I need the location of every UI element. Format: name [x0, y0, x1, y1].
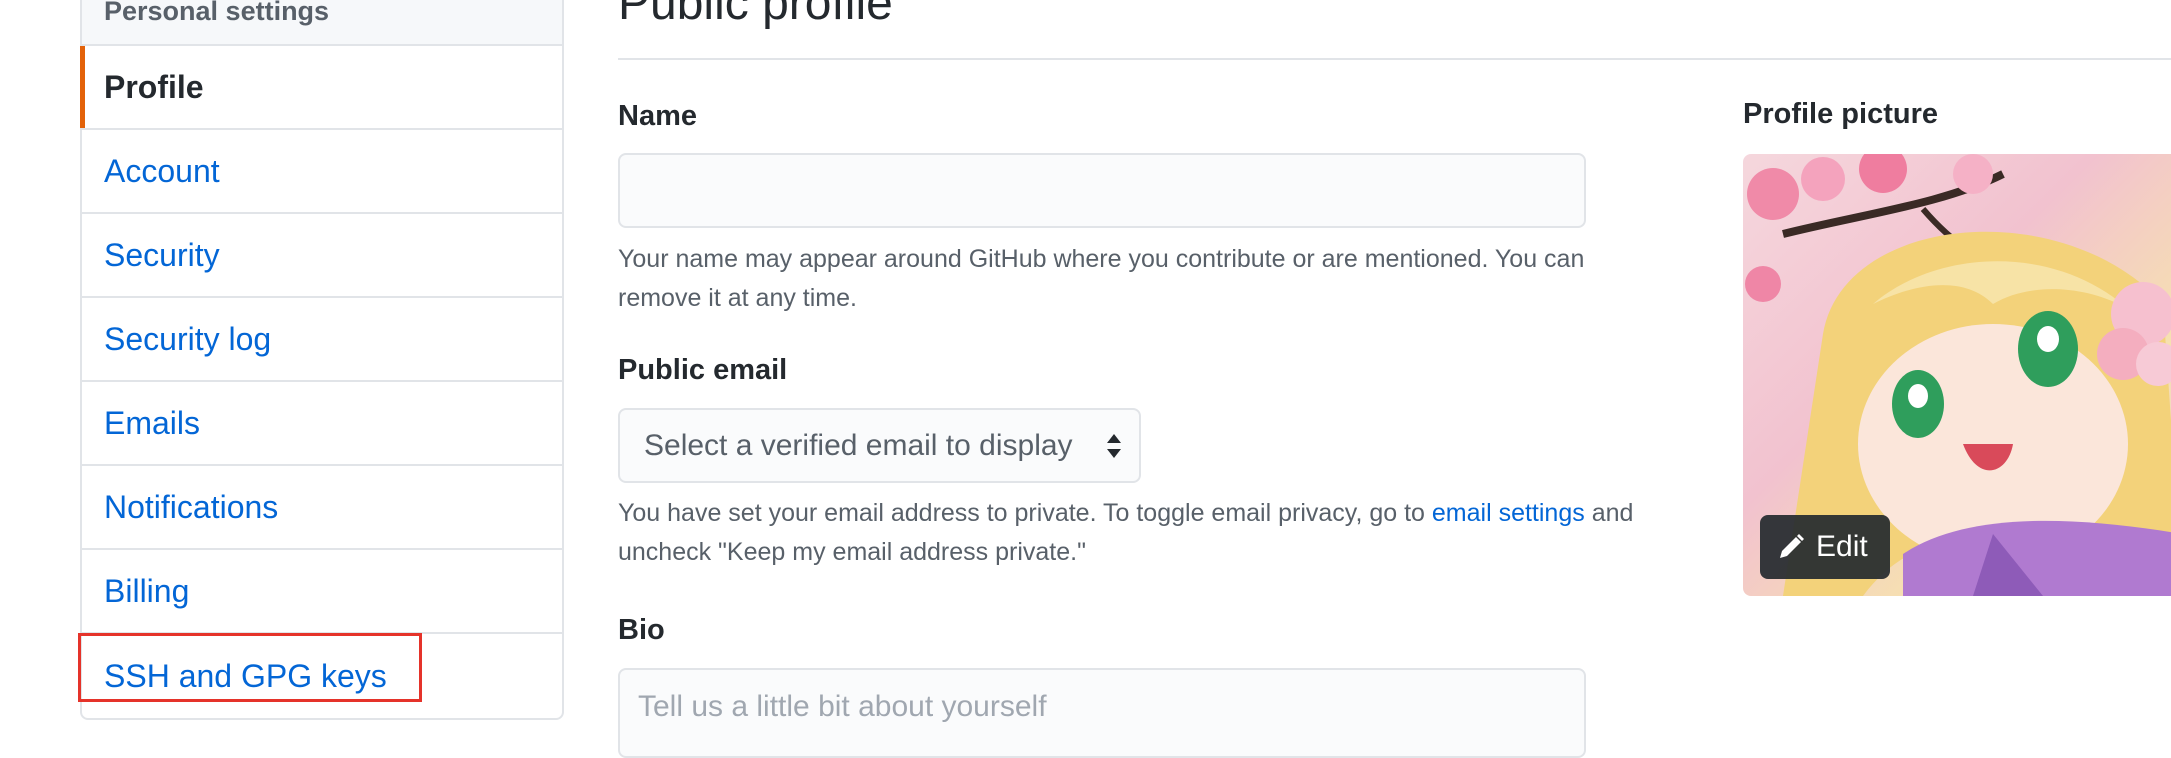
public-email-note: You have set your email address to priva…	[618, 494, 1658, 572]
sidebar-item-security-log[interactable]: Security log	[82, 298, 562, 382]
bio-label: Bio	[618, 614, 665, 646]
bio-textarea[interactable]: Tell us a little bit about yourself	[618, 668, 1586, 758]
sidebar-item-profile[interactable]: Profile	[80, 46, 562, 130]
name-note: Your name may appear around GitHub where…	[618, 245, 1585, 312]
profile-picture-label: Profile picture	[1743, 98, 1938, 130]
sidebar-item-emails[interactable]: Emails	[82, 382, 562, 466]
sidebar-item-security[interactable]: Security	[82, 214, 562, 298]
sidebar-item-account[interactable]: Account	[82, 130, 562, 214]
settings-sidebar: Personal settings Profile Account Securi…	[80, 0, 564, 720]
sidebar-heading: Personal settings	[82, 0, 562, 46]
select-arrows-icon	[1107, 433, 1121, 458]
public-email-selected: Select a verified email to display	[644, 428, 1073, 462]
public-email-label: Public email	[618, 354, 788, 386]
sidebar-item-ssh-gpg-keys[interactable]: SSH and GPG keys	[82, 634, 562, 718]
email-note-text: You have set your email address to priva…	[618, 499, 1425, 527]
name-input[interactable]	[618, 153, 1586, 228]
sidebar-item-billing[interactable]: Billing	[82, 550, 562, 634]
page-title: Public profile	[618, 0, 893, 30]
edit-label: Edit	[1816, 530, 1868, 563]
edit-profile-picture-button[interactable]: Edit	[1760, 515, 1890, 579]
public-email-select[interactable]: Select a verified email to display	[618, 408, 1141, 483]
sidebar-item-notifications[interactable]: Notifications	[82, 466, 562, 550]
title-divider	[618, 58, 2171, 60]
name-label: Name	[618, 100, 697, 132]
email-settings-link[interactable]: email settings	[1432, 499, 1585, 527]
pencil-icon	[1780, 534, 1804, 558]
